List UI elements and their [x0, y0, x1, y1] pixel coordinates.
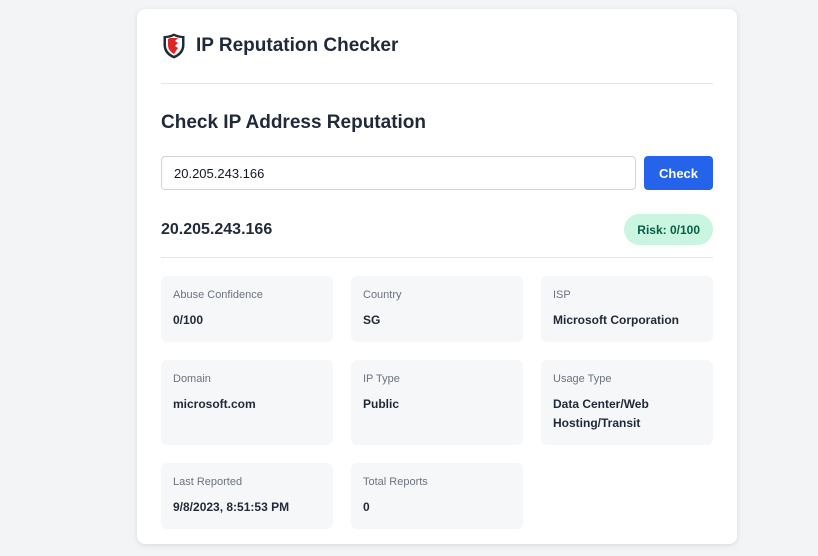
detail-ip-type: IP Type Public	[351, 360, 523, 445]
detail-value: microsoft.com	[173, 397, 256, 411]
app-title: IP Reputation Checker	[196, 35, 399, 56]
detail-label: Last Reported	[173, 476, 243, 488]
detail-value: 0	[363, 500, 370, 514]
detail-value: 9/8/2023, 8:51:53 PM	[173, 500, 290, 514]
details-grid: Abuse Confidence 0/100 Country SG ISP Mi…	[161, 276, 713, 529]
check-button[interactable]: Check	[644, 156, 713, 190]
detail-abuse-confidence: Abuse Confidence 0/100	[161, 276, 333, 342]
detail-value: 0/100	[173, 313, 204, 327]
detail-value: SG	[363, 313, 381, 327]
detail-value: Public	[363, 397, 400, 411]
detail-domain: Domain microsoft.com	[161, 360, 333, 445]
ip-address-input[interactable]	[161, 156, 636, 190]
detail-label: Total Reports	[363, 476, 428, 488]
detail-label: Domain	[173, 373, 211, 385]
detail-last-reported: Last Reported 9/8/2023, 8:51:53 PM	[161, 463, 333, 529]
detail-usage-type: Usage Type Data Center/Web Hosting/Trans…	[541, 360, 713, 445]
result-ip: 20.205.243.166	[161, 220, 273, 238]
detail-label: Abuse Confidence	[173, 289, 263, 301]
detail-value: Data Center/Web Hosting/Transit	[553, 397, 649, 430]
section-title: Check IP Address Reputation	[161, 112, 427, 133]
detail-label: Usage Type	[553, 373, 612, 385]
shield-icon	[161, 32, 187, 60]
result-header: 20.205.243.166 Risk: 0/100	[161, 214, 713, 258]
ip-checker-card: IP Reputation Checker Check IP Address R…	[137, 9, 737, 544]
detail-value: Microsoft Corporation	[553, 313, 679, 327]
detail-label: ISP	[553, 289, 571, 301]
detail-label: Country	[363, 289, 402, 301]
detail-isp: ISP Microsoft Corporation	[541, 276, 713, 342]
detail-total-reports: Total Reports 0	[351, 463, 523, 529]
risk-badge: Risk: 0/100	[624, 214, 713, 245]
search-row: Check	[161, 156, 713, 190]
app-header: IP Reputation Checker	[161, 9, 713, 84]
detail-label: IP Type	[363, 373, 400, 385]
detail-country: Country SG	[351, 276, 523, 342]
